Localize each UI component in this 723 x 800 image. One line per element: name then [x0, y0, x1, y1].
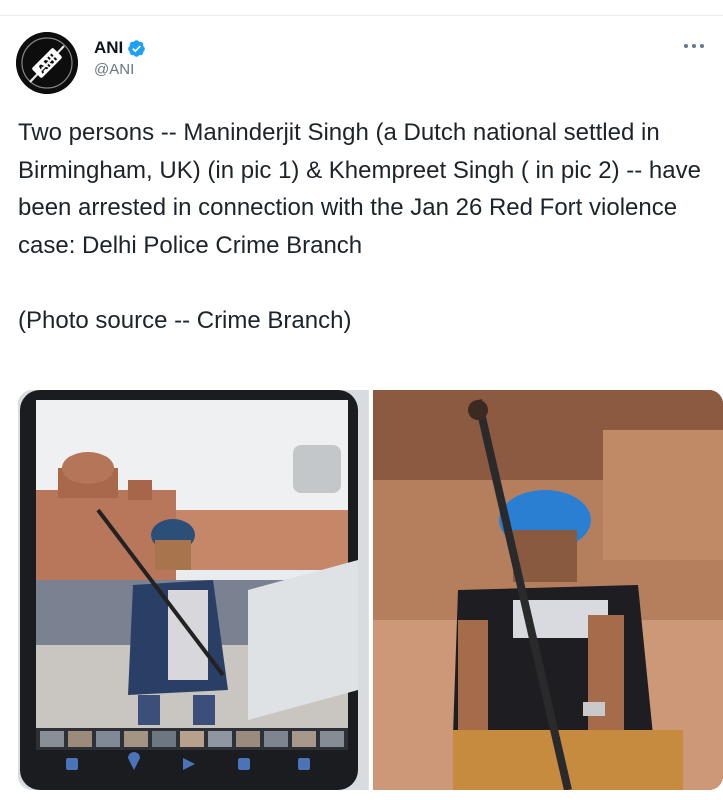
tweet-text: Two persons -- Maninderjit Singh (a Dutc… — [18, 119, 701, 334]
author-name-row: ANI — [94, 38, 146, 58]
more-options-icon[interactable] — [679, 36, 709, 56]
verified-badge-icon — [128, 39, 146, 57]
author-name[interactable]: ANI — [94, 38, 123, 58]
close-up-photo-icon — [372, 390, 723, 790]
tweet-media — [18, 390, 723, 790]
media-photo-2[interactable] — [372, 390, 723, 790]
dot — [684, 44, 688, 48]
author-handle[interactable]: @ANI — [94, 61, 146, 78]
phone-screen-photo-icon — [18, 390, 368, 790]
tweet-header: ANI @ANI — [94, 38, 146, 78]
media-photo-1[interactable] — [18, 390, 369, 790]
author-avatar[interactable]: ANI — [16, 32, 78, 94]
phone-thumbnail-strip — [36, 728, 348, 750]
dot — [700, 44, 704, 48]
ani-logo-icon: ANI — [16, 32, 78, 94]
dot — [692, 44, 696, 48]
top-divider — [0, 15, 723, 16]
